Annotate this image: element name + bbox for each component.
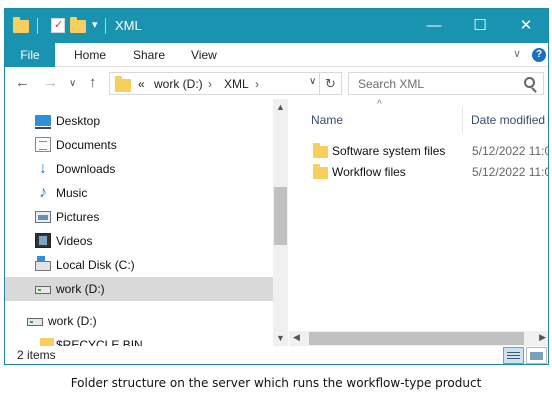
folder-icon <box>115 76 131 92</box>
figure-caption: Folder structure on the server which run… <box>70 376 482 390</box>
column-header-name[interactable]: Name <box>311 113 343 127</box>
downloads-icon: ↓ <box>39 160 47 177</box>
breadcrumb-separator: › <box>208 77 212 91</box>
sidebar-item-label: Music <box>56 186 88 200</box>
pictures-icon <box>35 211 51 223</box>
window-title: XML <box>115 18 142 33</box>
sidebar-item-local-disk[interactable]: Local Disk (C:) <box>5 253 273 277</box>
sidebar-item-downloads[interactable]: ↓ Downloads <box>5 157 273 181</box>
navigation-bar: ← → ∨ ↑ « work (D:) › XML › ∨ ↻ Search X… <box>5 67 548 99</box>
sidebar-item-label: work (D:) <box>56 282 105 296</box>
music-icon: ♪ <box>39 184 47 201</box>
up-arrow-icon[interactable]: ↑ <box>89 74 97 91</box>
sidebar-item-videos[interactable]: Videos <box>5 229 273 253</box>
help-icon[interactable]: ? <box>532 48 546 62</box>
navigation-scrollbar[interactable]: ▲ ▼ <box>273 99 288 346</box>
navigation-pane: Desktop Documents ↓ Downloads ♪ Music Pi… <box>5 99 288 352</box>
title-bar: ▾ XML — ☐ ✕ <box>5 9 548 43</box>
search-icon[interactable] <box>524 77 535 88</box>
large-icons-view-icon[interactable] <box>526 347 547 364</box>
breadcrumb-separator: › <box>255 77 259 91</box>
sidebar-item-work-drive[interactable]: work (D:) <box>5 277 273 301</box>
scroll-left-icon[interactable]: ◀ <box>293 332 300 343</box>
file-date: 5/12/2022 11:01 <box>472 165 548 179</box>
sidebar-item-work-drive-root[interactable]: work (D:) <box>5 309 273 333</box>
details-view-icon[interactable] <box>503 347 524 364</box>
item-count: 2 items <box>17 348 56 362</box>
tab-view[interactable]: View <box>191 43 217 67</box>
breadcrumb-drive[interactable]: work (D:) <box>154 77 203 91</box>
sidebar-item-label: Pictures <box>56 210 100 224</box>
search-box[interactable]: Search XML <box>348 72 544 95</box>
properties-icon[interactable] <box>51 18 65 33</box>
close-icon[interactable]: ✕ <box>503 9 548 43</box>
tab-share[interactable]: Share <box>133 43 165 67</box>
sidebar-item-label: Videos <box>56 234 93 248</box>
file-list: ^ Name Date modified Software system fil… <box>289 99 548 346</box>
search-input[interactable]: Search XML <box>358 77 424 91</box>
folder-icon <box>313 164 328 179</box>
scrollbar-thumb[interactable] <box>309 332 524 345</box>
column-divider[interactable] <box>462 107 463 133</box>
file-date: 5/12/2022 11:08 <box>472 144 548 158</box>
address-history-icon[interactable]: ∨ <box>309 76 316 87</box>
refresh-icon[interactable]: ↻ <box>320 72 342 95</box>
breadcrumb-folder[interactable]: XML <box>224 77 249 91</box>
toolbar-separator <box>105 18 106 34</box>
scroll-right-icon[interactable]: ▶ <box>539 332 546 343</box>
tab-file[interactable]: File <box>5 43 55 67</box>
list-item[interactable]: Workflow files 5/12/2022 11:01 <box>309 162 548 182</box>
file-name: Workflow files <box>332 165 406 179</box>
sidebar-item-desktop[interactable]: Desktop <box>5 109 273 133</box>
scroll-up-icon[interactable]: ▲ <box>276 102 285 112</box>
sidebar-item-label: Local Disk (C:) <box>56 258 135 272</box>
breadcrumb-overflow[interactable]: « <box>138 77 145 91</box>
sidebar-item-label: Documents <box>56 138 117 152</box>
folder-icon[interactable] <box>13 17 29 35</box>
back-arrow-icon[interactable]: ← <box>15 74 30 91</box>
sidebar-item-music[interactable]: ♪ Music <box>5 181 273 205</box>
sidebar-item-label: work (D:) <box>48 314 97 328</box>
tab-home[interactable]: Home <box>74 43 106 67</box>
new-folder-icon[interactable] <box>70 17 86 35</box>
file-name: Software system files <box>332 144 446 158</box>
chevron-down-icon[interactable]: ∨ <box>69 78 76 89</box>
address-bar[interactable]: « work (D:) › XML › ∨ <box>109 72 320 95</box>
videos-icon <box>35 233 51 248</box>
customize-toolbar-icon[interactable]: ▾ <box>92 18 98 31</box>
list-item[interactable]: Software system files 5/12/2022 11:08 <box>309 141 548 161</box>
toolbar-separator <box>37 18 38 34</box>
maximize-icon[interactable]: ☐ <box>457 9 503 43</box>
column-header-date-modified[interactable]: Date modified <box>471 113 545 127</box>
sidebar-item-documents[interactable]: Documents <box>5 133 273 157</box>
status-bar: 2 items <box>5 346 548 364</box>
sidebar-item-label: Desktop <box>56 114 101 128</box>
content-scrollbar[interactable]: ◀ ▶ <box>289 331 548 346</box>
minimize-icon[interactable]: — <box>411 9 457 43</box>
sidebar-item-pictures[interactable]: Pictures <box>5 205 273 229</box>
drive-icon <box>27 318 43 326</box>
sidebar-item-label: Downloads <box>56 162 116 176</box>
documents-icon <box>35 137 51 152</box>
scrollbar-thumb[interactable] <box>274 187 287 245</box>
file-explorer-window: ▾ XML — ☐ ✕ File Home Share View ∨ ? ← →… <box>4 8 549 365</box>
expand-ribbon-icon[interactable]: ∨ <box>513 47 521 60</box>
scroll-down-icon[interactable]: ▼ <box>276 333 285 343</box>
forward-arrow-icon[interactable]: → <box>43 74 58 91</box>
ribbon-tabs: File Home Share View ∨ ? <box>5 43 548 67</box>
drive-icon <box>35 286 51 294</box>
sort-ascending-icon: ^ <box>377 99 382 110</box>
folder-icon <box>313 143 328 158</box>
desktop-icon <box>35 115 51 129</box>
local-disk-icon <box>35 256 51 271</box>
